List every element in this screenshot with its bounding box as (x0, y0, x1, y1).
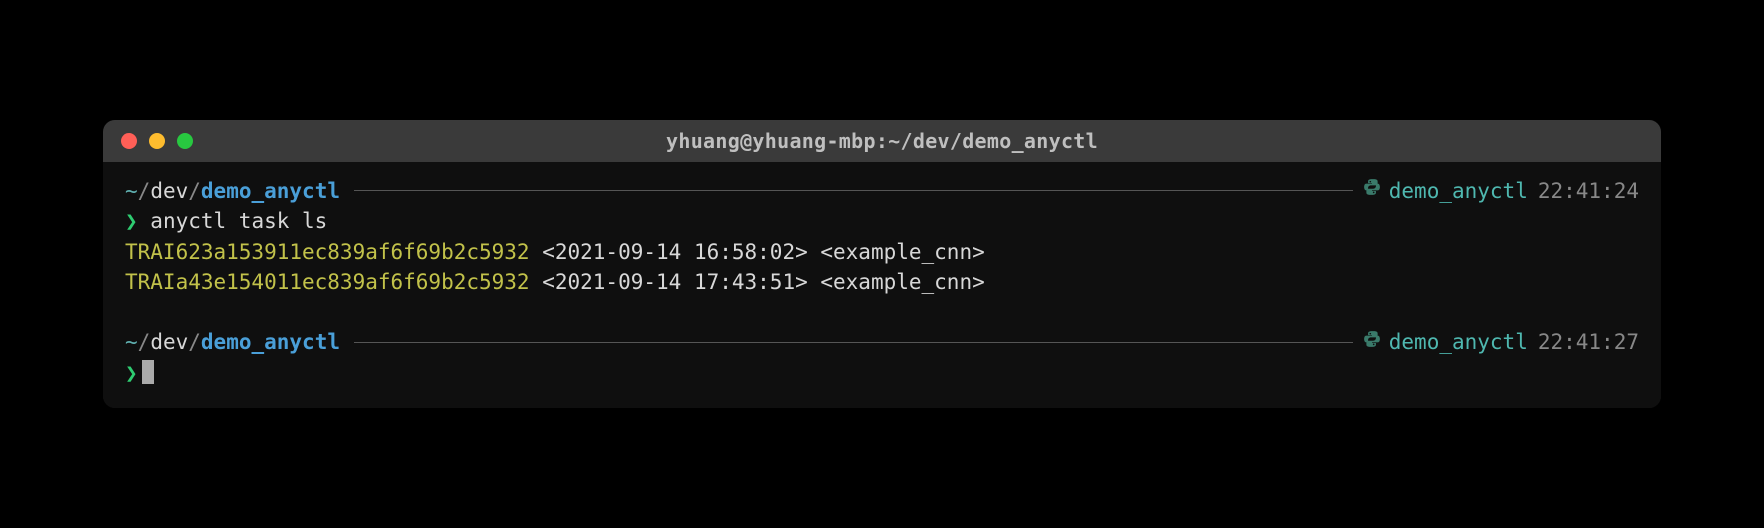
command-line: ❯ (125, 358, 1639, 388)
prompt-dir: demo_anyctl (201, 176, 340, 206)
command-text: anyctl task ls (138, 209, 328, 233)
task-id: TRAIa43e154011ec839af6f69b2c5932 (125, 270, 530, 294)
prompt-sep: / (188, 327, 201, 357)
prompt-tilde: ~ (125, 176, 138, 206)
terminal-body[interactable]: ~ / dev / demo_anyctl demo_anyctl 22:41:… (103, 162, 1661, 409)
prompt-parent: dev (150, 176, 188, 206)
minimize-icon[interactable] (149, 133, 165, 149)
prompt-dir: demo_anyctl (201, 327, 340, 357)
titlebar: yhuang@yhuang-mbp:~/dev/demo_anyctl (103, 120, 1661, 162)
python-icon (1363, 330, 1381, 356)
task-meta: <2021-09-14 17:43:51> <example_cnn> (530, 270, 985, 294)
timestamp: 22:41:24 (1538, 176, 1639, 206)
prompt-parent: dev (150, 327, 188, 357)
prompt-sep: / (138, 327, 151, 357)
maximize-icon[interactable] (177, 133, 193, 149)
window-title: yhuang@yhuang-mbp:~/dev/demo_anyctl (119, 129, 1645, 153)
prompt-symbol: ❯ (125, 361, 138, 385)
timestamp: 22:41:27 (1538, 327, 1639, 357)
prompt-tilde: ~ (125, 327, 138, 357)
task-id: TRAI623a153911ec839af6f69b2c5932 (125, 240, 530, 264)
spacer (125, 297, 1639, 327)
terminal-window: yhuang@yhuang-mbp:~/dev/demo_anyctl ~ / … (103, 120, 1661, 409)
output-line: TRAIa43e154011ec839af6f69b2c5932 <2021-0… (125, 267, 1639, 297)
close-icon[interactable] (121, 133, 137, 149)
env-name: demo_anyctl (1389, 327, 1528, 357)
prompt-rule (354, 190, 1353, 191)
prompt-sep: / (188, 176, 201, 206)
prompt-rule (354, 342, 1353, 343)
python-icon (1363, 178, 1381, 204)
prompt-symbol: ❯ (125, 209, 138, 233)
prompt-line: ~ / dev / demo_anyctl demo_anyctl 22:41:… (125, 176, 1639, 206)
prompt-line: ~ / dev / demo_anyctl demo_anyctl 22:41:… (125, 327, 1639, 357)
output-block: TRAI623a153911ec839af6f69b2c5932 <2021-0… (125, 237, 1639, 298)
cursor (142, 360, 154, 384)
task-meta: <2021-09-14 16:58:02> <example_cnn> (530, 240, 985, 264)
output-line: TRAI623a153911ec839af6f69b2c5932 <2021-0… (125, 237, 1639, 267)
prompt-sep: / (138, 176, 151, 206)
command-line: ❯ anyctl task ls (125, 206, 1639, 236)
traffic-lights (121, 133, 193, 149)
env-name: demo_anyctl (1389, 176, 1528, 206)
